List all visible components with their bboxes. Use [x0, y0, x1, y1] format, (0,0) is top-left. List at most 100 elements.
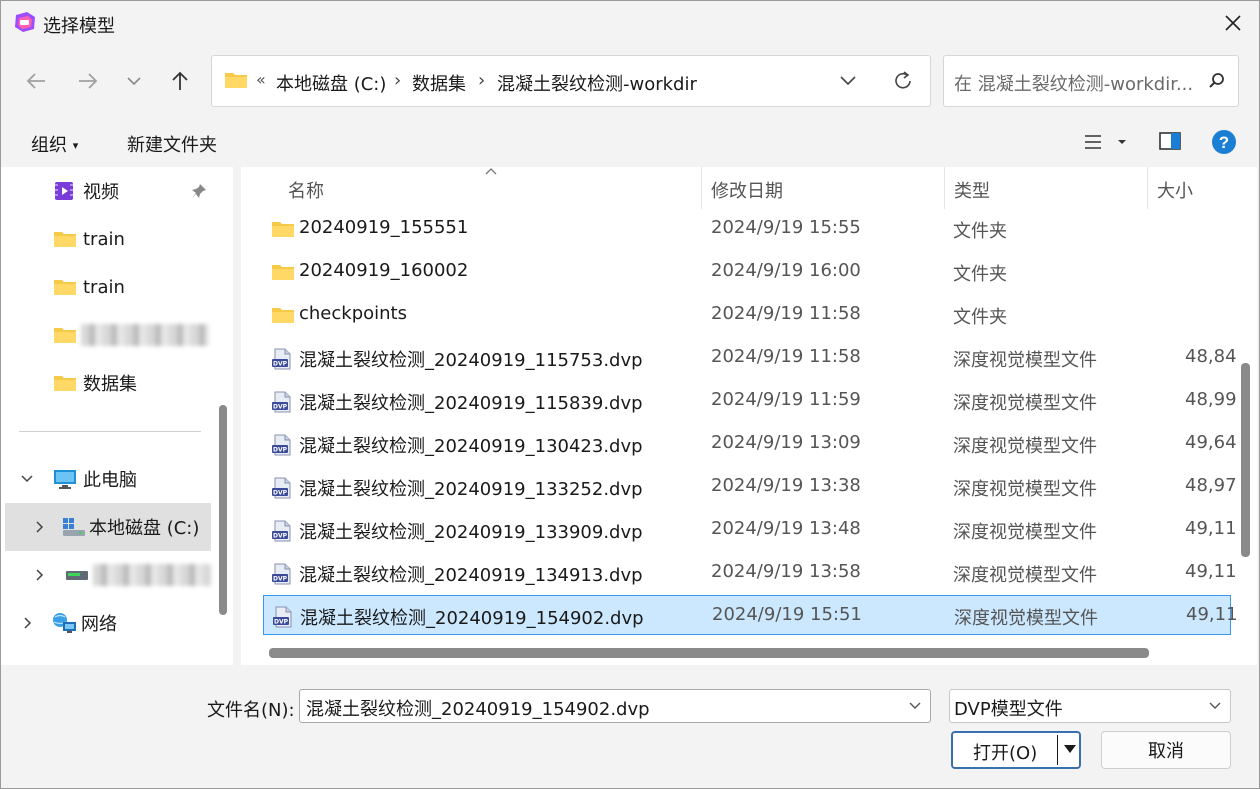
- recent-locations-button[interactable]: [119, 67, 149, 95]
- breadcrumb-overflow[interactable]: «: [256, 70, 266, 89]
- table-row[interactable]: DVP 混凝土裂纹检测_20240919_115839.dvp 2024/9/19 …: [263, 381, 1237, 421]
- file-name: 混凝土裂纹检测_20240919_115839.dvp: [299, 393, 643, 414]
- breadcrumb-local-disk[interactable]: 本地磁盘 (C:): [276, 70, 386, 96]
- sort-ascending-icon: [485, 168, 497, 175]
- column-header-size[interactable]: 大小: [1157, 177, 1193, 203]
- dvp-file-icon: DVP: [271, 477, 293, 503]
- table-row[interactable]: DVP 混凝土裂纹检测_20240919_133252.dvp 2024/9/19 …: [263, 467, 1237, 507]
- forward-button[interactable]: [73, 67, 103, 95]
- dvp-file-icon: DVP: [271, 520, 293, 546]
- table-row[interactable]: DVP 混凝土裂纹检测_20240919_134913.dvp 2024/9/19 …: [263, 553, 1237, 593]
- filetype-select[interactable]: DVP模型文件: [949, 689, 1231, 723]
- filename-input[interactable]: 混凝土裂纹检测_20240919_154902.dvp: [299, 689, 931, 723]
- file-type: 深度视觉模型文件: [953, 565, 1097, 586]
- table-row[interactable]: checkpoints 2024/9/19 11:58 文件夹: [263, 295, 1231, 335]
- caret-down-icon: ▾: [72, 139, 79, 152]
- file-type: 文件夹: [953, 221, 1007, 242]
- address-history-button[interactable]: [838, 70, 858, 94]
- table-row[interactable]: DVP 混凝土裂纹检测_20240919_154902.dvp 2024/9/19 …: [263, 595, 1238, 635]
- file-date: 2024/9/19 16:00: [711, 260, 861, 281]
- file-size: 49,11: [1186, 604, 1238, 625]
- column-divider[interactable]: [1147, 167, 1148, 209]
- breadcrumb-dataset[interactable]: 数据集: [412, 70, 466, 96]
- file-size: 49,11: [1185, 518, 1237, 539]
- folder-icon: [54, 232, 76, 247]
- preview-pane-button[interactable]: [1159, 131, 1181, 155]
- sidebar-item-local-disk[interactable]: 本地磁盘 (C:): [5, 503, 211, 551]
- up-button[interactable]: [165, 67, 195, 95]
- refresh-icon: [895, 71, 911, 89]
- breadcrumb-workdir[interactable]: 混凝土裂纹检测-workdir: [497, 70, 697, 96]
- sidebar-item-redacted-drive[interactable]: [35, 553, 215, 597]
- folder-icon: [271, 305, 295, 329]
- view-options-button[interactable]: [1083, 131, 1127, 157]
- table-row[interactable]: 20240919_160002 2024/9/19 16:00 文件夹: [263, 252, 1231, 292]
- chevron-down-icon[interactable]: [19, 473, 35, 485]
- sidebar-item-label: 本地磁盘 (C:): [89, 518, 200, 539]
- file-type: 文件夹: [953, 307, 1007, 328]
- search-box[interactable]: 在 混凝土裂纹检测-workdir...: [943, 55, 1239, 107]
- sidebar-item-label: train: [83, 276, 125, 298]
- arrow-left-icon: [26, 73, 45, 89]
- vertical-scrollbar[interactable]: [1241, 363, 1250, 557]
- folder-icon: [54, 328, 76, 343]
- sidebar-item-dataset[interactable]: 数据集: [53, 361, 213, 405]
- file-size: 49,64: [1185, 432, 1237, 453]
- folder-icon: [272, 222, 294, 237]
- organize-menu[interactable]: 组织 ▾: [31, 131, 78, 157]
- caret-down-icon[interactable]: [1063, 743, 1077, 755]
- title-bar: 选择模型: [1, 1, 1259, 45]
- file-date: 2024/9/19 13:38: [711, 475, 861, 496]
- breadcrumb-separator: ›: [394, 70, 402, 91]
- computer-icon: [54, 470, 76, 489]
- sidebar-item-network[interactable]: 网络: [19, 601, 219, 645]
- column-header-date[interactable]: 修改日期: [711, 177, 783, 203]
- help-button[interactable]: ?: [1211, 129, 1237, 159]
- file-dialog-window: 选择模型 « 本地磁盘 (C:) › 数据集 › 混凝土裂纹检测-workdir…: [0, 0, 1260, 789]
- pin-icon[interactable]: [191, 183, 207, 199]
- search-input[interactable]: 在 混凝土裂纹检测-workdir...: [954, 70, 1199, 96]
- chevron-right-icon[interactable]: [35, 568, 45, 582]
- help-icon: ?: [1212, 130, 1236, 154]
- column-divider[interactable]: [701, 167, 702, 209]
- redacted-label: [81, 324, 209, 346]
- sidebar-item-redacted[interactable]: [53, 313, 213, 357]
- new-folder-button[interactable]: 新建文件夹: [127, 131, 217, 157]
- column-divider[interactable]: [944, 167, 945, 209]
- file-name: 混凝土裂纹检测_20240919_133909.dvp: [299, 522, 643, 543]
- file-size: 48,84: [1185, 346, 1237, 367]
- chevron-right-icon[interactable]: [35, 520, 45, 534]
- open-button[interactable]: 打开(O): [951, 731, 1081, 769]
- dvp-file-icon: DVP: [272, 434, 291, 456]
- close-icon: [1225, 15, 1241, 31]
- address-bar[interactable]: « 本地磁盘 (C:) › 数据集 › 混凝土裂纹检测-workdir: [211, 55, 931, 107]
- sidebar-divider: [19, 431, 201, 432]
- horizontal-scrollbar[interactable]: [269, 648, 1149, 658]
- svg-text:DVP: DVP: [273, 576, 288, 583]
- table-row[interactable]: DVP 混凝土裂纹检测_20240919_133909.dvp 2024/9/19 …: [263, 510, 1237, 550]
- folder-icon: [54, 280, 76, 295]
- table-row[interactable]: DVP 混凝土裂纹检测_20240919_130423.dvp 2024/9/19 …: [263, 424, 1237, 464]
- sidebar-scrollbar[interactable]: [219, 405, 227, 615]
- refresh-button[interactable]: [892, 70, 914, 96]
- file-name: 20240919_155551: [299, 217, 469, 238]
- file-date: 2024/9/19 11:58: [711, 346, 861, 367]
- sidebar-item-label: 数据集: [83, 374, 137, 395]
- sidebar-item-train-2[interactable]: train: [53, 265, 213, 309]
- column-header-type[interactable]: 类型: [954, 177, 990, 203]
- file-name: 混凝土裂纹检测_20240919_133252.dvp: [299, 479, 643, 500]
- sidebar-item-videos[interactable]: 视频: [53, 169, 213, 213]
- close-button[interactable]: [1221, 11, 1245, 35]
- table-row[interactable]: 20240919_155551 2024/9/19 15:55 文件夹: [263, 209, 1231, 249]
- search-icon: [1209, 73, 1224, 88]
- chevron-right-icon[interactable]: [23, 616, 33, 630]
- column-header-name[interactable]: 名称: [288, 177, 324, 203]
- sidebar-item-this-pc[interactable]: 此电脑: [19, 457, 219, 501]
- svg-text:?: ?: [1219, 133, 1229, 152]
- table-row[interactable]: DVP 混凝土裂纹检测_20240919_115753.dvp 2024/9/19 …: [263, 338, 1237, 378]
- drive-icon: [66, 571, 88, 580]
- chevron-down-icon[interactable]: [908, 699, 922, 713]
- cancel-button[interactable]: 取消: [1101, 731, 1231, 769]
- back-button[interactable]: [21, 67, 51, 95]
- sidebar-item-train[interactable]: train: [53, 217, 213, 261]
